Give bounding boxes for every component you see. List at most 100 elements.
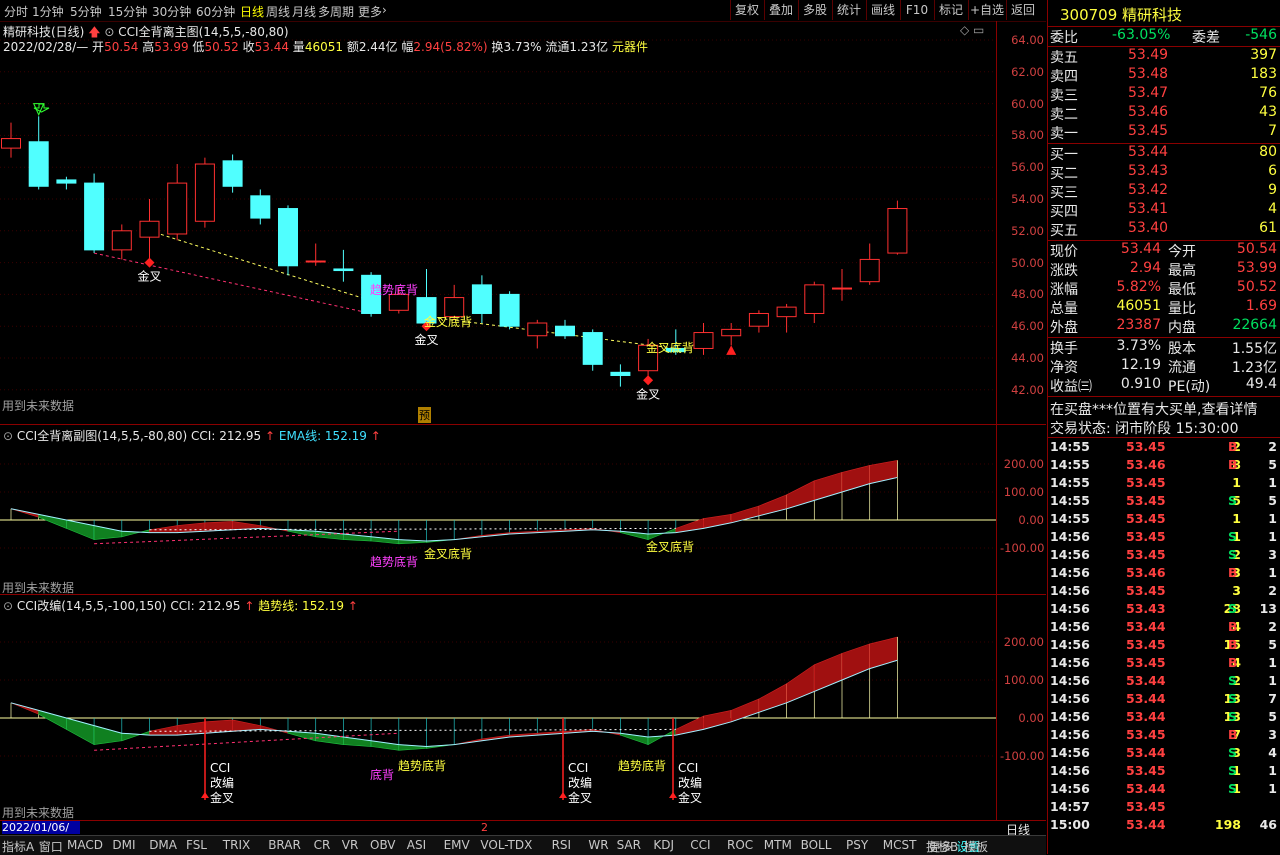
golden-cross-label: 金叉 (210, 790, 234, 805)
y-tick-label: 44.00 (1011, 351, 1044, 365)
cci-band-segment (121, 730, 150, 742)
indicator-tab-7[interactable]: BRAR (268, 838, 301, 852)
right-tab-1[interactable]: 模板 (964, 838, 988, 855)
order-book-row[interactable]: 买三 53.42 9 (1050, 182, 1279, 201)
tick-time: 14:57 (1050, 799, 1090, 814)
order-book-row[interactable]: 卖二 53.46 43 (1050, 104, 1279, 123)
y-tick-label: 56.00 (1011, 160, 1044, 175)
order-price: 53.47 (1128, 85, 1169, 101)
big-order-notice[interactable]: 在买盘***位置有大买单,查看详情 (1050, 399, 1257, 419)
candle-body (139, 220, 160, 238)
indicator-tab-9[interactable]: VR (342, 838, 359, 852)
candle-body (250, 195, 271, 219)
indicator-tab-17[interactable]: KDJ (653, 838, 674, 852)
indicator-tab-6[interactable]: TRIX (223, 838, 250, 852)
cci-band-segment (93, 725, 123, 745)
panel-separator[interactable] (0, 594, 1046, 595)
stat-label: 流通 (1168, 360, 1196, 376)
y-tick-label: 50.00 (1011, 255, 1044, 270)
tick-count: 5 (1268, 637, 1277, 652)
indicator-tab-11[interactable]: ASI (407, 838, 426, 852)
sub2-trend-value: 趋势线: 152.19 (258, 599, 345, 613)
indicator-tab-3[interactable]: DMI (112, 838, 135, 852)
tick-count: 2 (1268, 439, 1277, 454)
tick-count: 3 (1268, 547, 1277, 562)
indicator-tab-8[interactable]: CR (314, 838, 331, 852)
settings-circle-icon[interactable]: ⊙ (3, 429, 13, 443)
candle-body (333, 268, 354, 272)
order-book-row[interactable]: 卖五 53.49 397 (1050, 47, 1279, 66)
stat-value: 1.55亿 (1231, 341, 1277, 357)
indicator-tab-21[interactable]: BOLL (801, 838, 832, 852)
indicator-tab-19[interactable]: ROC (727, 838, 753, 852)
cci-band-segment (703, 514, 732, 529)
stat-label: 今开 (1168, 244, 1196, 260)
future-data-note: 用到未来数据 (2, 581, 75, 595)
order-book-row[interactable]: 买五 53.40 61 (1050, 220, 1279, 239)
panel-separator[interactable] (0, 424, 1046, 425)
tick-price: 53.43 (1126, 601, 1166, 616)
tick-count: 7 (1268, 691, 1277, 706)
candle-body (527, 322, 548, 337)
order-price: 53.49 (1128, 47, 1169, 63)
order-level-label: 卖一 (1050, 126, 1078, 142)
golden-cross-label: 金叉 (138, 269, 162, 284)
indicator-tab-0[interactable]: 指标A (2, 838, 34, 855)
sub1-cci-value: CCI: 212.95 (191, 429, 262, 443)
order-book-row[interactable]: 卖三 53.47 76 (1050, 85, 1279, 104)
cci-band-segment (121, 529, 150, 538)
tick-volume: 198 (1214, 817, 1241, 832)
stat-value: 46051 (1116, 298, 1161, 314)
settings-circle-icon[interactable]: ⊙ (3, 599, 13, 613)
order-book-row[interactable]: 卖四 53.48 183 (1050, 66, 1279, 85)
sub2-cci-value: CCI: 212.95 (170, 599, 241, 613)
order-book-row[interactable]: 卖一 53.45 7 (1050, 123, 1279, 142)
toolbar-button-8[interactable]: 返回 (1006, 0, 1039, 20)
indicator-tab-18[interactable]: CCI (690, 838, 710, 852)
tick-side: S (1228, 691, 1238, 706)
indicator-tab-10[interactable]: OBV (370, 838, 396, 852)
trend-divergence-label: 趋势底背 (618, 758, 666, 773)
indicator-tab-16[interactable]: SAR (617, 838, 641, 852)
indicator-tab-14[interactable]: RSI (552, 838, 572, 852)
indicator-tab-23[interactable]: MCST (883, 838, 917, 852)
candle-body (84, 182, 105, 251)
tick-price: 53.45 (1126, 547, 1166, 562)
indicator-tab-13[interactable]: VOL-TDX (480, 838, 532, 852)
tick-count: 1 (1268, 511, 1277, 526)
y-tick-label: 200.00 (1003, 457, 1044, 471)
tick-side: S (1228, 745, 1238, 760)
candle-body (776, 306, 797, 318)
indicator-tab-5[interactable]: FSL (186, 838, 207, 852)
indicator-tab-2[interactable]: MACD (67, 838, 103, 852)
order-book-row[interactable]: 买二 53.43 6 (1050, 163, 1279, 182)
tick-time: 14:56 (1050, 763, 1090, 778)
cursor-date-label: 2022/01/06/四 (2, 821, 80, 847)
right-tab-0[interactable]: 指标B (926, 838, 958, 855)
tick-count: 2 (1268, 583, 1277, 598)
weibi-value: -63.05% (1112, 27, 1171, 43)
indicator-tab-20[interactable]: MTM (764, 838, 792, 852)
order-book-row[interactable]: 买四 53.41 4 (1050, 201, 1279, 220)
indicator-tab-22[interactable]: PSY (846, 838, 868, 852)
tick-price: 53.44 (1126, 781, 1166, 796)
stat-row: 外盘 23387 内盘 22664 (1050, 317, 1279, 336)
order-volume: 6 (1268, 163, 1277, 179)
up-arrow-icon (726, 345, 737, 355)
indicator-tab-4[interactable]: DMA (149, 838, 177, 852)
indicator-tab-1[interactable]: 窗口 (39, 838, 63, 855)
stat-label: 收益㈢ (1050, 379, 1092, 395)
order-book-row[interactable]: 买一 53.44 80 (1050, 144, 1279, 163)
order-level-label: 卖四 (1050, 69, 1078, 85)
tick-price: 53.44 (1126, 709, 1166, 724)
trend-divergence-label: 趋势底背 (370, 554, 418, 569)
order-level-label: 卖二 (1050, 107, 1078, 123)
signal-diamond-icon (643, 375, 654, 386)
weicha-value: -546 (1245, 27, 1277, 43)
indicator-tab-12[interactable]: EMV (444, 838, 470, 852)
y-tick-label: 54.00 (1011, 192, 1044, 206)
tick-time: 14:55 (1050, 493, 1090, 508)
tick-price: 53.44 (1126, 619, 1166, 634)
indicator-tab-15[interactable]: WR (588, 838, 608, 852)
divergence-line (149, 230, 372, 302)
